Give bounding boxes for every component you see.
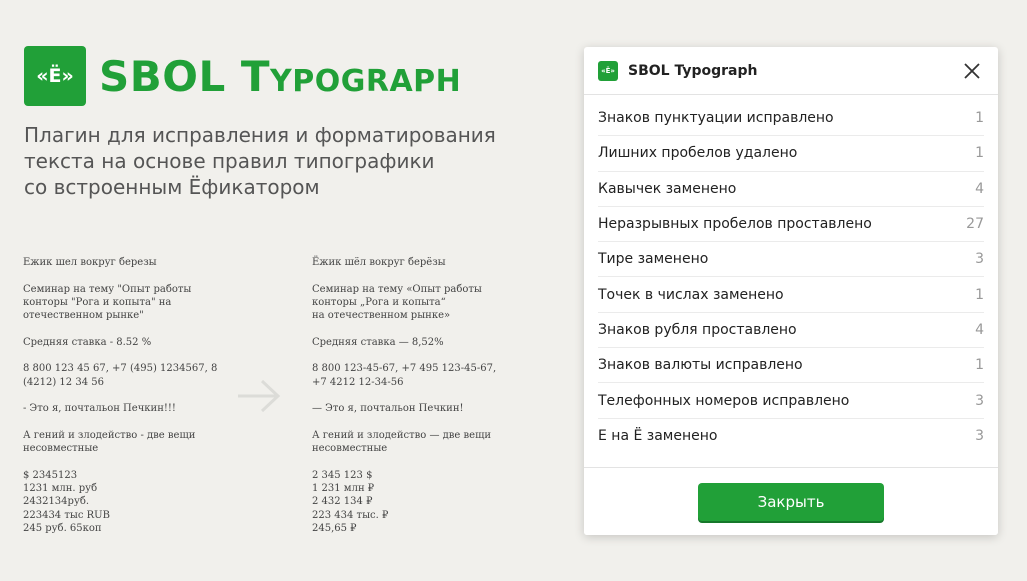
tagline: Плагин для исправления и форматирования … xyxy=(24,123,496,199)
stat-value: 1 xyxy=(975,357,984,374)
stat-row: Тире заменено 3 xyxy=(598,242,984,278)
stat-row: Знаков пунктуации исправлено 1 xyxy=(598,101,984,137)
brand-title-rest: YPOGRAPH xyxy=(270,64,462,99)
stat-row: Кавычек заменено 4 xyxy=(598,172,984,207)
sample-after-line: Средняя ставка — 8,52% xyxy=(312,336,444,348)
stat-value: 1 xyxy=(975,110,984,127)
sample-after-line: А гений и злодейство — две вещи несовмес… xyxy=(312,429,492,455)
stat-label: Телефонных номеров исправлено xyxy=(598,392,850,409)
dialog-logo-text: «Ё» xyxy=(601,66,615,75)
stat-label: Лишних пробелов удалено xyxy=(598,145,798,162)
stat-value: 1 xyxy=(975,145,984,162)
sample-after-line: 8 800 123-45-67, +7 495 123-45-67, +7 42… xyxy=(312,363,497,388)
sample-after-line: — Это я, почтальон Печкин! xyxy=(312,403,464,415)
sample-before-line: Средняя ставка - 8.52 % xyxy=(23,336,152,348)
stat-value: 3 xyxy=(975,392,984,409)
stats-list: Знаков пунктуации исправлено 1 Лишних пр… xyxy=(584,95,998,454)
brand-title-t: T xyxy=(240,52,271,101)
sample-before-line: $ 2345123 1231 млн. руб 2432134руб. 2234… xyxy=(23,469,110,534)
close-button[interactable]: Закрыть xyxy=(698,482,884,521)
arrow-right-icon xyxy=(238,379,281,413)
stat-row: Неразрывных пробелов проставлено 27 xyxy=(598,207,984,243)
stat-row: Телефонных номеров исправлено 3 xyxy=(598,383,984,419)
stat-row: Знаков валюты исправлено 1 xyxy=(598,348,984,384)
stat-row: Е на Ё заменено 3 xyxy=(598,419,984,454)
stat-label: Неразрывных пробелов проставлено xyxy=(598,216,872,233)
sample-before-line: - Это я, почтальон Печкин!!! xyxy=(23,403,176,415)
stat-row: Точек в числах заменено 1 xyxy=(598,277,984,313)
dialog-title: SBOL Typograph xyxy=(628,62,758,79)
dialog-logo: «Ё» xyxy=(598,60,618,81)
sample-before-line: А гений и злодейство - две вещи несовмес… xyxy=(23,429,196,455)
stat-row: Лишних пробелов удалено 1 xyxy=(598,136,984,172)
stat-label: Знаков валюты исправлено xyxy=(598,357,803,374)
stat-label: Знаков пунктуации исправлено xyxy=(598,110,834,127)
stat-value: 4 xyxy=(975,180,984,197)
sample-before-line: 8 800 123 45 67, +7 (495) 1234567, 8 (42… xyxy=(23,363,218,388)
brand-logo-text: «Ё» xyxy=(36,65,74,87)
close-icon[interactable] xyxy=(962,61,982,81)
stat-value: 3 xyxy=(975,428,984,445)
sample-before: Ежик шел вокруг березы Семинар на тему "… xyxy=(23,256,223,549)
brand-title-first: SBOL xyxy=(99,52,226,101)
sample-after-line: 2 345 123 $ 1 231 млн ₽ 2 432 134 ₽ 223 … xyxy=(312,469,389,534)
sample-after-line: Ёжик шёл вокруг берёзы xyxy=(312,257,446,268)
brand-title: SBOL TYPOGRAPH xyxy=(99,48,461,111)
dialog-footer: Закрыть xyxy=(584,467,998,535)
stat-label: Точек в числах заменено xyxy=(598,286,784,303)
sample-after-line: Семинар на тему «Опыт работы конторы „Ро… xyxy=(312,283,482,322)
sample-after: Ёжик шёл вокруг берёзы Семинар на тему «… xyxy=(312,256,512,549)
sample-before-line: Семинар на тему "Опыт работы конторы "Ро… xyxy=(23,283,192,322)
stat-label: Знаков рубля проставлено xyxy=(598,321,797,338)
brand-logo: «Ё» xyxy=(24,46,86,106)
stat-value: 1 xyxy=(975,286,984,303)
stat-value: 27 xyxy=(966,216,984,233)
stat-label: Кавычек заменено xyxy=(598,180,737,197)
stat-value: 3 xyxy=(975,251,984,268)
dialog-header: «Ё» SBOL Typograph xyxy=(584,47,998,95)
sample-before-line: Ежик шел вокруг березы xyxy=(23,257,157,268)
stat-label: Тире заменено xyxy=(598,251,709,268)
stat-value: 4 xyxy=(975,321,984,338)
typograph-dialog: «Ё» SBOL Typograph Знаков пунктуации исп… xyxy=(584,47,998,535)
stat-row: Знаков рубля проставлено 4 xyxy=(598,313,984,349)
stat-label: Е на Ё заменено xyxy=(598,428,718,445)
